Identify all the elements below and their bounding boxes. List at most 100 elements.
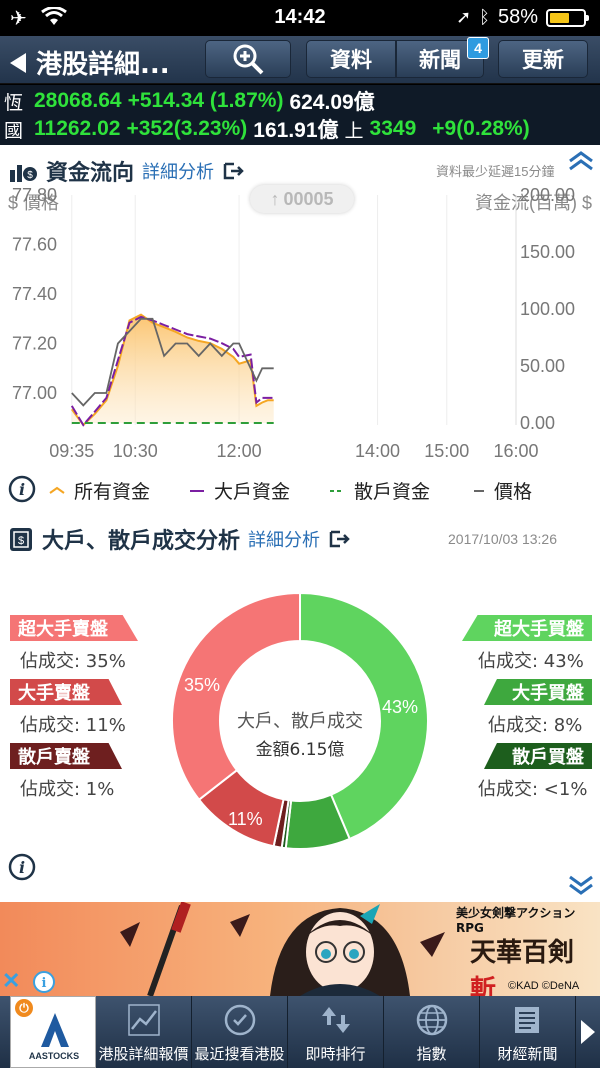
y-left-tick: 77.80 xyxy=(12,185,57,205)
donut-slice-5[interactable] xyxy=(171,591,301,802)
legend-retail-label: 散戶資金 xyxy=(354,481,431,503)
sell-super-share: 佔成交: 35% xyxy=(20,647,126,673)
tab-ranking[interactable]: 即時排行 xyxy=(288,996,384,1068)
ad-tagline: 美少女剣撃アクションRPG xyxy=(456,906,576,935)
x-tick: 15:00 xyxy=(424,441,469,461)
tab-news-label: 財經新聞 xyxy=(497,1045,558,1063)
tab-index[interactable]: 指數 xyxy=(384,996,480,1068)
fund-flow-chart: 77.80 77.60 77.40 77.20 77.00 200.00 150.00 100… xyxy=(12,185,575,461)
back-button[interactable]: 港股詳細... xyxy=(10,44,170,81)
buy-large-pct: 8% xyxy=(553,715,583,736)
fund-flow-header: $ 資金流向 詳細分析 xyxy=(8,155,244,187)
data-button[interactable]: 資料 xyxy=(306,40,396,78)
sh-value: 3349 xyxy=(369,117,417,140)
sh-label: 上 xyxy=(344,119,364,142)
share-prefix: 佔成交: xyxy=(20,715,86,736)
info-icon[interactable]: i xyxy=(8,853,36,881)
y-left-tick: 77.20 xyxy=(12,334,57,354)
ad-banner[interactable]: 美少女剣撃アクションRPG 天華百剣斬 ©KAD ©DeNA ✕ i xyxy=(0,902,600,996)
svg-text:$: $ xyxy=(27,170,33,181)
nav-title: 港股詳細... xyxy=(36,50,170,80)
sell-retail-pct: 1% xyxy=(85,779,115,800)
globe-icon xyxy=(416,1004,447,1036)
svg-text:i: i xyxy=(42,976,47,991)
tab-more-button[interactable] xyxy=(576,996,600,1068)
legend-all-label: 所有資金 xyxy=(74,481,151,503)
bluetooth-icon: ᛒ xyxy=(479,7,490,27)
newspaper-icon xyxy=(514,1007,539,1033)
buy-large-share: 佔成交: 8% xyxy=(488,711,582,737)
chart-line-icon xyxy=(127,1004,160,1036)
tab-hk-quote[interactable]: 港股詳細報價 xyxy=(96,996,192,1068)
info-icon[interactable]: i xyxy=(8,475,36,503)
news-label: 新聞 xyxy=(419,48,461,72)
x-tick: 16:00 xyxy=(493,441,538,461)
y-left-tick: 77.00 xyxy=(12,383,57,403)
delay-note: 資料最少延遲15分鐘 xyxy=(436,164,555,179)
hsi-value: 28068.64 xyxy=(34,89,122,112)
aastocks-logo: AASTOCKS xyxy=(28,1051,80,1061)
x-tick: 09:35 xyxy=(49,441,94,461)
ad-copyright: ©KAD ©DeNA xyxy=(508,980,580,992)
svg-text:$: $ xyxy=(18,535,24,547)
buy-super-pct: 43% xyxy=(543,651,584,672)
donut-center-line2: 金額6.15億 xyxy=(255,740,345,760)
hscei-change: +352(3.23%) xyxy=(126,117,248,140)
legend-price-marker xyxy=(474,489,484,492)
power-icon: ⏻ xyxy=(15,999,33,1017)
sell-large-tag: 大手賣盤 xyxy=(10,679,122,705)
external-link-icon[interactable] xyxy=(328,529,350,549)
y-left-tick: 77.60 xyxy=(12,235,57,255)
hscei-row[interactable]: 國 11262.02 +352(3.23%) 161.91億 上 3349 +9… xyxy=(4,115,530,143)
tab-ranking-label: 即時排行 xyxy=(305,1045,366,1063)
y-left-tick: 77.40 xyxy=(12,284,57,304)
hsi-turnover: 624.09億 xyxy=(289,91,375,114)
expand-down-icon[interactable] xyxy=(566,873,596,897)
fund-flow-detail-link[interactable]: 詳細分析 xyxy=(142,158,214,184)
location-icon: ➚ xyxy=(456,7,472,27)
legend-all: 所有資金 xyxy=(48,477,150,504)
sell-large-share: 佔成交: 11% xyxy=(20,711,126,737)
sell-retail-share: 佔成交: 1% xyxy=(20,775,114,801)
battery-percent: 58% xyxy=(497,6,538,28)
aastocks-home-button[interactable]: ⏻ AASTOCKS xyxy=(10,996,96,1068)
external-link-icon[interactable] xyxy=(222,161,244,181)
tab-hk-quote-label: 港股詳細報價 xyxy=(98,1045,189,1063)
y-right-tick: 150.00 xyxy=(520,242,575,262)
buy-retail-tag: 散戶買盤 xyxy=(484,743,592,769)
legend-large-marker xyxy=(190,489,204,492)
x-tick: 10:30 xyxy=(113,441,158,461)
index-bar: 恆 28068.64 +514.34 (1.87%) 624.09億 國 112… xyxy=(0,85,600,145)
legend-price-label: 價格 xyxy=(494,481,533,503)
ad-game-title-text: 天華百剣 xyxy=(470,938,575,968)
x-tick: 12:00 xyxy=(217,441,262,461)
ad-close-button[interactable]: ✕ xyxy=(2,968,20,994)
buy-super-tag: 超大手買盤 xyxy=(462,615,592,641)
donut-label-sell-super: 35% xyxy=(184,675,221,695)
y-right-tick: 0.00 xyxy=(520,413,555,433)
donut-label-buy-super: 43% xyxy=(382,697,419,717)
trade-analysis-header: $ 大戶、散戶成交分析 詳細分析 xyxy=(8,523,350,555)
news-button[interactable]: 新聞 4 xyxy=(396,37,489,78)
legend-large: 大戶資金 xyxy=(188,477,290,504)
ad-info-icon[interactable]: i xyxy=(32,970,56,994)
hsi-row[interactable]: 恆 28068.64 +514.34 (1.87%) 624.09億 xyxy=(4,87,375,115)
tab-recent[interactable]: 最近搜看港股 xyxy=(192,996,288,1068)
ad-game-title-accent: 斬 xyxy=(470,975,497,996)
collapse-up-icon[interactable] xyxy=(566,149,596,173)
tab-index-label: 指數 xyxy=(416,1045,447,1063)
share-prefix: 佔成交: xyxy=(20,779,86,800)
trade-analysis-detail-link[interactable]: 詳細分析 xyxy=(248,526,320,552)
search-button[interactable] xyxy=(205,40,291,78)
hsi-label: 恆 xyxy=(4,91,24,114)
hscei-label: 國 xyxy=(4,119,24,142)
trade-timestamp: 2017/10/03 13:26 xyxy=(448,531,557,547)
news-badge: 4 xyxy=(467,37,489,59)
buy-retail-share: 佔成交: <1% xyxy=(478,775,587,801)
sell-retail-tag: 散戶賣盤 xyxy=(10,743,122,769)
svg-text:i: i xyxy=(19,858,25,877)
legend-retail: 散戶資金 xyxy=(328,477,430,504)
y-right-tick: 50.00 xyxy=(520,356,565,376)
refresh-button[interactable]: 更新 xyxy=(498,40,588,78)
tab-news[interactable]: 財經新聞 xyxy=(480,996,576,1068)
